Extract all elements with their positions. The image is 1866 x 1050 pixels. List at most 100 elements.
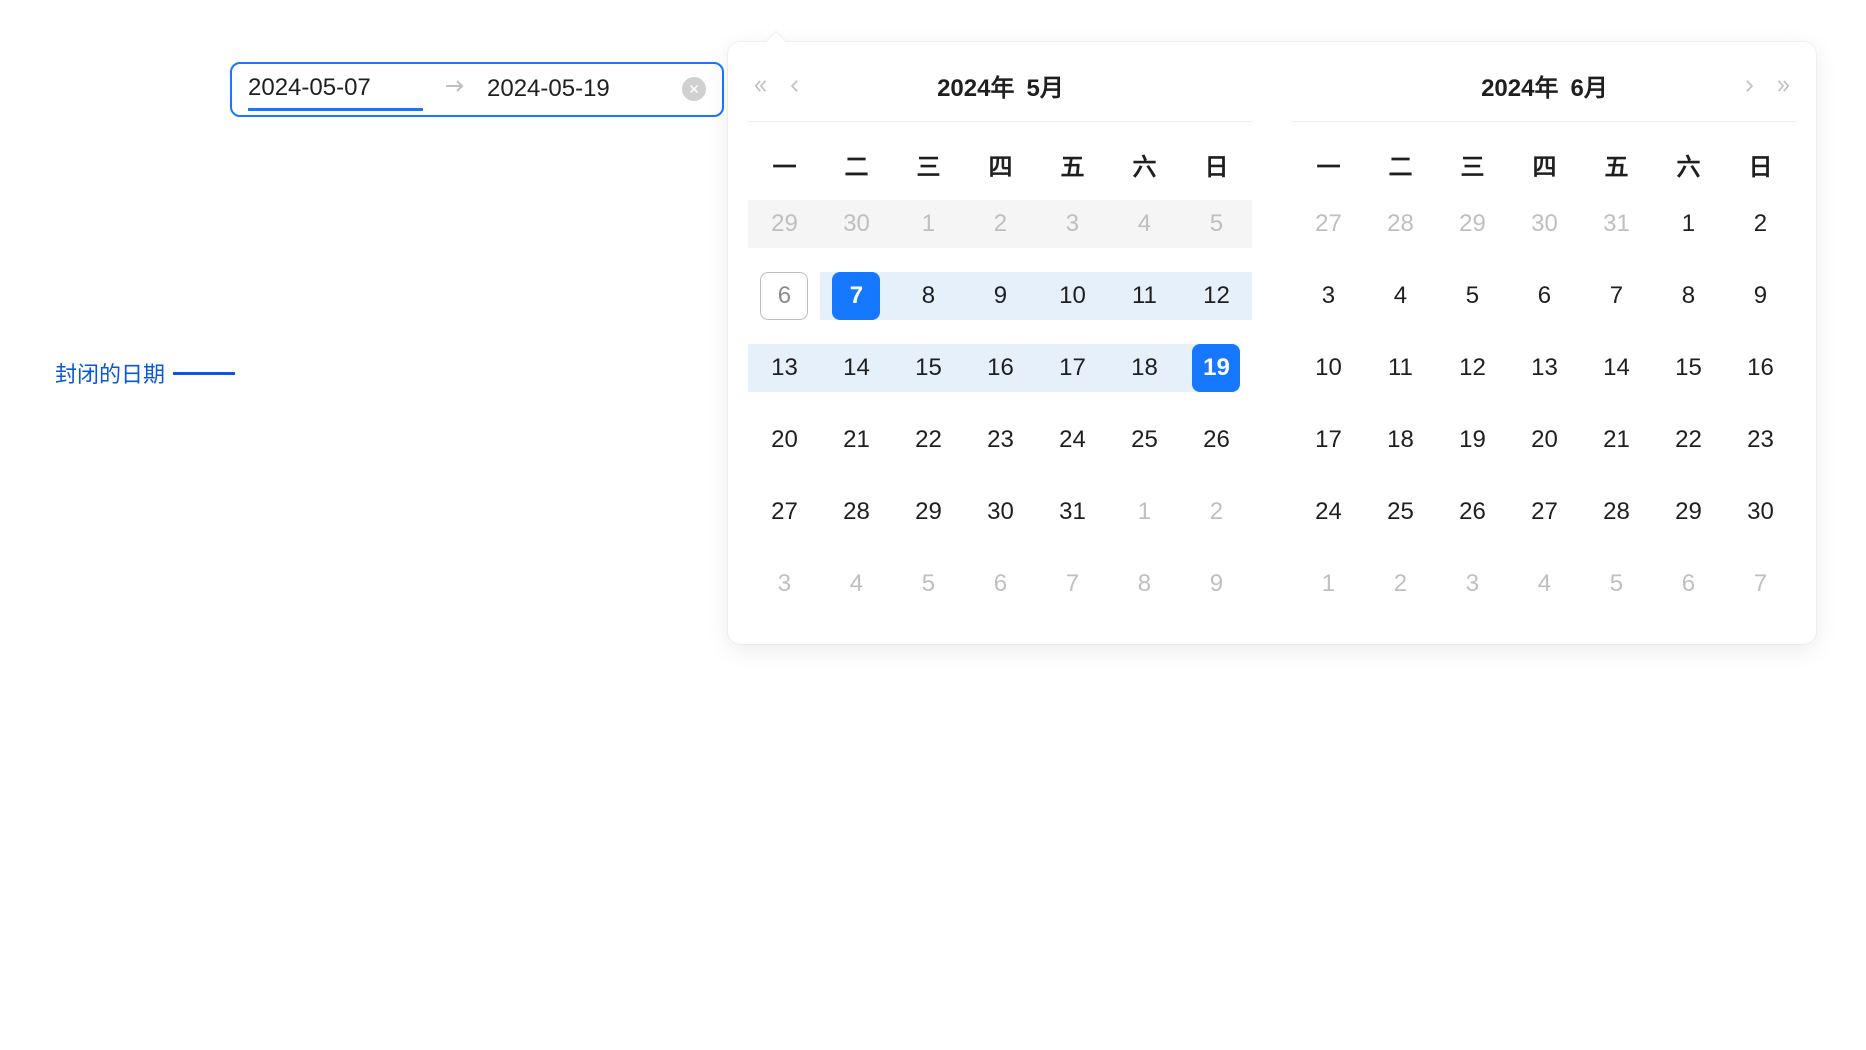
calendar-cell[interactable]: 11 <box>1108 260 1180 332</box>
calendar-cell[interactable]: 2 <box>1724 188 1796 260</box>
calendar-cell[interactable]: 24 <box>1292 476 1364 548</box>
calendar-cell[interactable]: 4 <box>1364 260 1436 332</box>
end-date-input[interactable] <box>487 75 662 103</box>
calendar-cell[interactable]: 29 <box>892 476 964 548</box>
calendar-cell[interactable]: 15 <box>1652 332 1724 404</box>
calendar-cell[interactable]: 5 <box>892 548 964 620</box>
next-month-button[interactable] <box>1736 73 1762 99</box>
calendar-cell[interactable]: 14 <box>820 332 892 404</box>
calendar-cell[interactable]: 31 <box>1036 476 1108 548</box>
calendar-cell[interactable]: 4 <box>1508 548 1580 620</box>
calendar-cell[interactable]: 12 <box>1180 260 1252 332</box>
calendar-cell[interactable]: 7 <box>1036 548 1108 620</box>
calendar-cell[interactable]: 5 <box>1580 548 1652 620</box>
calendar-cell[interactable]: 26 <box>1180 404 1252 476</box>
calendar-cell[interactable]: 7 <box>1724 548 1796 620</box>
calendar-cell[interactable]: 8 <box>1652 260 1724 332</box>
calendar-cell[interactable]: 6 <box>748 260 820 332</box>
calendar-day-number: 28 <box>1376 200 1424 248</box>
date-range-input[interactable] <box>230 62 724 117</box>
calendar-cell[interactable]: 21 <box>820 404 892 476</box>
start-date-input[interactable] <box>248 74 423 111</box>
calendar-cell[interactable]: 25 <box>1108 404 1180 476</box>
calendar-cell[interactable]: 23 <box>964 404 1036 476</box>
calendar-cell[interactable]: 28 <box>820 476 892 548</box>
calendar-cell[interactable]: 18 <box>1364 404 1436 476</box>
calendar-cell[interactable]: 19 <box>1180 332 1252 404</box>
calendar-day-number: 30 <box>976 488 1024 536</box>
calendar-cell[interactable]: 6 <box>1508 260 1580 332</box>
calendar-year[interactable]: 2024年 <box>1481 75 1558 102</box>
calendar-cell[interactable]: 20 <box>1508 404 1580 476</box>
calendar-month[interactable]: 5月 <box>1026 75 1063 102</box>
calendar-cell[interactable]: 10 <box>1036 260 1108 332</box>
calendar-cell[interactable]: 10 <box>1292 332 1364 404</box>
calendar-cell[interactable]: 30 <box>964 476 1036 548</box>
calendar-title[interactable]: 2024年 5月 <box>931 68 1070 103</box>
calendar-cell[interactable]: 18 <box>1108 332 1180 404</box>
next-year-button[interactable] <box>1770 73 1796 99</box>
calendar-day-number: 8 <box>1664 272 1712 320</box>
calendar-cell[interactable]: 22 <box>892 404 964 476</box>
calendar-year[interactable]: 2024年 <box>937 75 1014 102</box>
calendar-cell[interactable]: 9 <box>1724 260 1796 332</box>
calendar-cell[interactable]: 16 <box>1724 332 1796 404</box>
calendar-cell[interactable]: 29 <box>1652 476 1724 548</box>
calendar-day-number: 1 <box>1304 560 1352 608</box>
calendar-cell[interactable]: 8 <box>892 260 964 332</box>
calendar-cell[interactable]: 30 <box>1508 188 1580 260</box>
calendar-cell[interactable]: 28 <box>1364 188 1436 260</box>
calendar-cell[interactable]: 22 <box>1652 404 1724 476</box>
calendar-cell[interactable]: 25 <box>1364 476 1436 548</box>
calendar-cell[interactable]: 14 <box>1580 332 1652 404</box>
calendar-cell[interactable]: 29 <box>1436 188 1508 260</box>
clear-icon[interactable] <box>682 77 706 101</box>
calendar-cell[interactable]: 17 <box>1292 404 1364 476</box>
calendar-cell[interactable]: 12 <box>1436 332 1508 404</box>
calendar-cell[interactable]: 6 <box>964 548 1036 620</box>
calendar-cell[interactable]: 3 <box>1436 548 1508 620</box>
calendar-month[interactable]: 6月 <box>1570 75 1607 102</box>
calendar-cell[interactable]: 23 <box>1724 404 1796 476</box>
calendar-cell[interactable]: 9 <box>964 260 1036 332</box>
calendar-cell[interactable]: 26 <box>1436 476 1508 548</box>
calendar-cell[interactable]: 13 <box>748 332 820 404</box>
calendar-day-number: 29 <box>1448 200 1496 248</box>
calendar-cell[interactable]: 9 <box>1180 548 1252 620</box>
calendar-cell[interactable]: 7 <box>820 260 892 332</box>
calendar-cell[interactable]: 31 <box>1580 188 1652 260</box>
calendar-title[interactable]: 2024年 6月 <box>1475 68 1614 103</box>
calendar-cell[interactable]: 1 <box>1108 476 1180 548</box>
calendar-cell[interactable]: 28 <box>1580 476 1652 548</box>
calendar-cell[interactable]: 16 <box>964 332 1036 404</box>
calendar-cell[interactable]: 2 <box>1180 476 1252 548</box>
calendar-cell[interactable]: 7 <box>1580 260 1652 332</box>
calendar-cell[interactable]: 15 <box>892 332 964 404</box>
calendar-cell[interactable]: 2 <box>1364 548 1436 620</box>
calendar-cell[interactable]: 27 <box>1292 188 1364 260</box>
calendar-cell[interactable]: 8 <box>1108 548 1180 620</box>
calendar-cell[interactable]: 4 <box>820 548 892 620</box>
calendar-cell[interactable]: 1 <box>1652 188 1724 260</box>
calendar-cell[interactable]: 6 <box>1652 548 1724 620</box>
calendar-cell[interactable]: 20 <box>748 404 820 476</box>
calendar-cell[interactable]: 30 <box>1724 476 1796 548</box>
calendar-day-number: 18 <box>1376 416 1424 464</box>
prev-year-button[interactable] <box>748 73 774 99</box>
calendar-cell[interactable]: 17 <box>1036 332 1108 404</box>
calendar-cell[interactable]: 3 <box>748 548 820 620</box>
calendar-cell[interactable]: 3 <box>1292 260 1364 332</box>
annotation-line <box>173 372 235 375</box>
calendar-cell[interactable]: 19 <box>1436 404 1508 476</box>
calendar-cell[interactable]: 11 <box>1364 332 1436 404</box>
calendar-cell[interactable]: 27 <box>1508 476 1580 548</box>
calendar-day-number: 16 <box>976 344 1024 392</box>
calendar-cell[interactable]: 1 <box>1292 548 1364 620</box>
prev-month-button[interactable] <box>782 73 808 99</box>
calendar-day-number: 9 <box>1192 560 1240 608</box>
calendar-cell[interactable]: 27 <box>748 476 820 548</box>
calendar-cell[interactable]: 24 <box>1036 404 1108 476</box>
calendar-cell[interactable]: 13 <box>1508 332 1580 404</box>
calendar-cell[interactable]: 21 <box>1580 404 1652 476</box>
calendar-cell[interactable]: 5 <box>1436 260 1508 332</box>
